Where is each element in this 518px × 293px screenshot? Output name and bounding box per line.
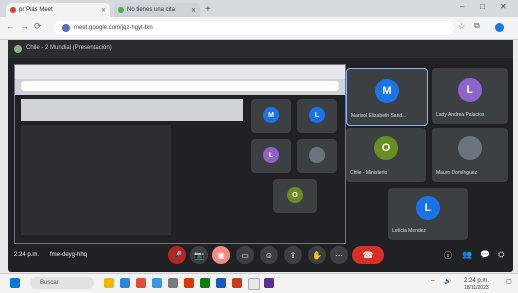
shared-screen: M L L O — [14, 64, 346, 244]
participant-tile[interactable]: L Letícia Mendez — [388, 188, 468, 240]
nested-tile: L — [297, 99, 337, 133]
minimize-button[interactable]: – — [460, 2, 464, 11]
nested-browser-tabs — [15, 65, 345, 79]
tab-label: No tienes una cita — [127, 7, 176, 13]
nested-tile: M — [251, 99, 291, 133]
nested-recursive-view — [21, 125, 171, 235]
profile-avatar[interactable] — [495, 23, 504, 32]
wifi-icon[interactable]: ⌔ — [430, 278, 436, 286]
info-icon[interactable]: ⓘ — [444, 250, 452, 261]
nested-url-bar — [21, 81, 339, 91]
close-window-button[interactable]: ✕ — [500, 2, 507, 11]
participant-name: Letícia Mendez — [392, 228, 426, 234]
meeting-time: 2:24 p.m. — [14, 252, 40, 258]
close-tab-icon[interactable]: ✕ — [191, 7, 196, 14]
edge-icon[interactable] — [120, 278, 130, 288]
participant-tile[interactable]: L Lady Andrea Palacios — [432, 68, 508, 124]
activities-icon[interactable]: ⛭ — [498, 250, 504, 260]
app-icon[interactable] — [136, 278, 146, 288]
taskbar-search[interactable]: Buscar — [30, 277, 94, 289]
extensions-icon[interactable]: ⧉ — [474, 21, 480, 31]
teams-icon[interactable] — [264, 278, 274, 288]
participant-name: Chile - Ministerio — [350, 170, 388, 176]
nested-avatar: L — [309, 107, 325, 123]
powerpoint-icon[interactable] — [232, 278, 242, 288]
close-tab-icon[interactable]: ✕ — [101, 7, 106, 14]
meet-control-bar: 2:24 p.m. fme-deyg-hhq 🎤 📷 ▣ ▭ ☺ ⇪ ✋ ⋯ ☎… — [8, 236, 513, 272]
participant-tile[interactable]: Mauro Domínguez — [432, 128, 508, 182]
meet-favicon-icon — [10, 7, 16, 13]
store-icon[interactable] — [152, 278, 162, 288]
app-icon[interactable] — [168, 278, 178, 288]
back-icon[interactable]: ← — [6, 21, 15, 31]
present-button[interactable]: ▣ — [212, 246, 230, 264]
participant-avatar: M — [375, 79, 399, 103]
emoji-button[interactable]: ☺ — [260, 246, 278, 264]
excel-icon[interactable] — [200, 278, 210, 288]
nested-tile — [297, 139, 337, 173]
volume-icon[interactable]: 🔊 — [444, 278, 451, 285]
participant-photo — [458, 136, 482, 160]
office-icon[interactable] — [184, 278, 194, 288]
share-screen-button[interactable]: ⇪ — [284, 246, 302, 264]
nested-avatar: M — [263, 107, 279, 123]
captions-button[interactable]: ▭ — [236, 246, 254, 264]
raise-hand-button[interactable]: ✋ — [308, 246, 326, 264]
tab-second[interactable]: No tienes una cita ✕ — [114, 3, 200, 17]
participant-avatar: O — [374, 136, 398, 160]
taskbar: Buscar ⌔ 🔊 2:24 p.m. 18/11/2023 ▢ — [0, 273, 518, 293]
nested-tile: L — [251, 139, 291, 173]
camera-button[interactable]: 📷 — [190, 246, 208, 264]
more-options-button[interactable]: ⋯ — [330, 246, 348, 264]
chat-icon[interactable]: 💬 — [480, 250, 490, 259]
bookmark-star-icon[interactable]: ☆ — [458, 22, 465, 31]
tab-label: pr Plas Meet — [19, 7, 53, 13]
participant-avatar: L — [416, 196, 440, 220]
start-icon[interactable] — [10, 278, 20, 288]
participant-name: Mauro Domínguez — [436, 170, 478, 176]
clock-time: 2:24 p.m. — [464, 278, 490, 284]
meet-window: Chile - 2 Mundial (Presentación) M L L O — [8, 40, 513, 272]
url-field[interactable]: meet.google.com/jqz-hgyt-tkn — [54, 21, 454, 35]
leave-call-button[interactable]: ☎ — [352, 246, 384, 264]
meeting-code: fme-deyg-hhq — [50, 252, 88, 258]
url-text: meet.google.com/jqz-hgyt-tkn — [74, 25, 153, 31]
notifications-icon[interactable]: ▢ — [506, 278, 512, 285]
site-info-icon[interactable] — [62, 24, 70, 32]
nested-avatar — [309, 147, 325, 163]
new-tab-button[interactable]: + — [205, 4, 211, 15]
chrome-icon[interactable] — [248, 278, 260, 290]
participant-tile[interactable]: O Chile - Ministerio — [346, 128, 426, 182]
presentation-banner: Chile - 2 Mundial (Presentación) — [8, 40, 513, 58]
presentation-title: Chile - 2 Mundial (Presentación) — [26, 45, 112, 51]
people-icon[interactable]: 👥 — [462, 250, 472, 259]
participant-tile[interactable]: M Marisol Elizabeth Sand... — [346, 68, 428, 126]
word-icon[interactable] — [216, 278, 226, 288]
clock-date: 18/11/2023 — [464, 285, 489, 291]
tab-meet[interactable]: pr Plas Meet ✕ — [6, 3, 110, 17]
nested-avatar: L — [263, 147, 279, 163]
address-bar-row: ← → ⟳ meet.google.com/jqz-hgyt-tkn ☆ ⧉ — [0, 17, 518, 40]
nested-tile: O — [273, 179, 317, 213]
nested-meet: M L L O — [15, 95, 345, 243]
participant-avatar: L — [458, 78, 482, 102]
file-explorer-icon[interactable] — [104, 278, 114, 288]
forward-icon[interactable]: → — [20, 21, 29, 31]
tab-favicon-icon — [118, 7, 124, 13]
maximize-button[interactable]: □ — [480, 2, 485, 11]
mic-button[interactable]: 🎤 — [168, 246, 186, 264]
browser-tab-strip: pr Plas Meet ✕ No tienes una cita ✕ + – … — [0, 0, 518, 17]
participant-name: Marisol Elizabeth Sand... — [351, 113, 407, 119]
nested-avatar: O — [287, 187, 303, 203]
participant-name: Lady Andrea Palacios — [436, 112, 485, 118]
nested-shared-screen — [21, 99, 243, 121]
presentation-icon — [14, 45, 22, 53]
reload-icon[interactable]: ⟳ — [34, 21, 42, 32]
